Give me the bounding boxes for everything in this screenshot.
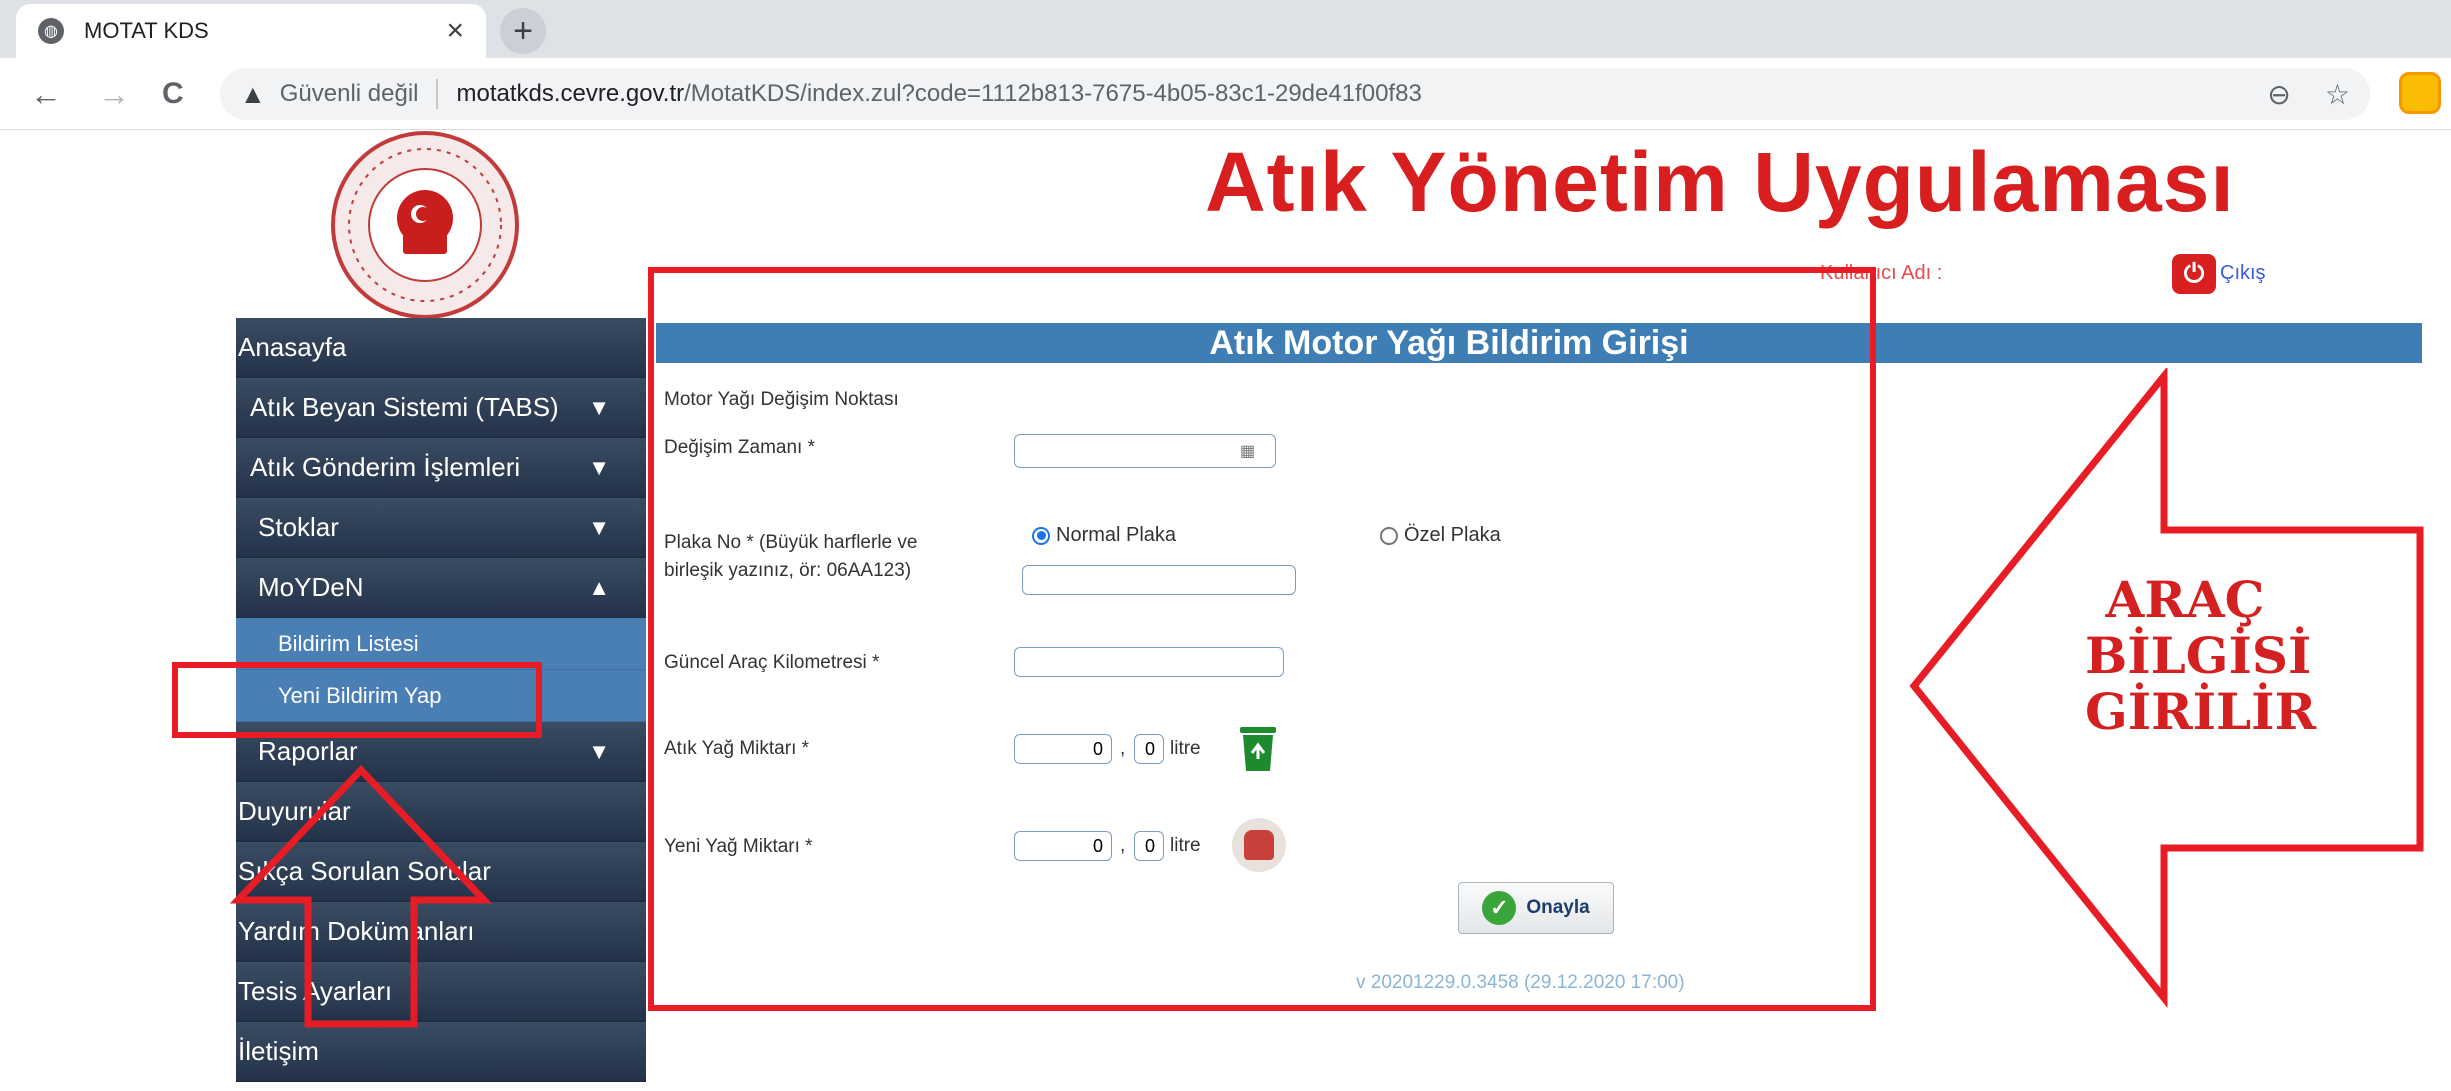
- reload-icon[interactable]: C: [162, 74, 184, 114]
- extension-icon[interactable]: [2399, 72, 2441, 114]
- bookmark-star-icon[interactable]: ☆: [2325, 78, 2350, 111]
- url-path: /MotatKDS/index.zul?code=1112b813-7675-4…: [684, 80, 1422, 107]
- browser-tab[interactable]: ◍ MOTAT KDS ×: [16, 4, 486, 58]
- sidebar-item-waste-shipment[interactable]: Atık Gönderim İşlemleri ▼: [236, 438, 646, 498]
- up-arrow-annotation: [229, 764, 493, 1028]
- address-divider: [436, 79, 439, 109]
- tab-title: MOTAT KDS: [84, 18, 209, 43]
- url-text: motatkds.cevre.gov.tr/MotatKDS/index.zul…: [456, 80, 1421, 108]
- security-status: Güvenli değil: [279, 80, 419, 107]
- forward-icon[interactable]: →: [98, 74, 130, 114]
- sidebar-item-home[interactable]: Anasayfa: [236, 318, 646, 378]
- new-tab-button[interactable]: +: [500, 8, 546, 54]
- chevron-down-icon: ▼: [588, 394, 610, 420]
- power-icon[interactable]: ⏻: [2172, 254, 2216, 294]
- warning-icon: ▲: [240, 78, 266, 109]
- sidebar-item-label: Anasayfa: [238, 332, 347, 362]
- sidebar-item-stocks[interactable]: Stoklar ▼: [236, 498, 646, 558]
- sidebar-item-label: MoYDeN: [258, 572, 364, 602]
- browser-toolbar: ← → C ▲ Güvenli değil motatkds.cevre.gov…: [0, 58, 2451, 130]
- menu-highlight-box: [172, 662, 542, 738]
- back-icon[interactable]: ←: [30, 74, 62, 114]
- annotation-text: ARAÇ BİLGİSİ GİRİLİR: [2085, 570, 2317, 741]
- chevron-down-icon: ▼: [588, 454, 610, 480]
- sidebar-item-label: Atık Beyan Sistemi (TABS): [250, 392, 559, 422]
- address-bar-icons: ⊖ ☆: [2267, 78, 2350, 111]
- sidebar-item-label: Stoklar: [258, 512, 339, 542]
- sidebar-item-label: İletişim: [238, 1036, 319, 1066]
- annotation-line: ARAÇ: [2105, 570, 2265, 629]
- ministry-emblem-logo: [331, 131, 519, 319]
- zoom-icon[interactable]: ⊖: [2267, 78, 2290, 111]
- browser-tab-strip: ◍ MOTAT KDS × +: [0, 0, 2451, 58]
- form-highlight-box: [648, 267, 1876, 1011]
- sidebar-item-tabs[interactable]: Atık Beyan Sistemi (TABS) ▼: [236, 378, 646, 438]
- annotation-line: GİRİLİR: [2085, 682, 2317, 741]
- logout-link[interactable]: Çıkış: [2220, 262, 2266, 285]
- url-host: motatkds.cevre.gov.tr: [456, 80, 685, 107]
- globe-icon: ◍: [38, 18, 64, 44]
- sidebar-subitem-label: Bildirim Listesi: [278, 630, 419, 656]
- chevron-down-icon: ▼: [588, 514, 610, 540]
- app-title: Atık Yönetim Uygulaması: [1205, 135, 2235, 229]
- address-bar[interactable]: ▲ Güvenli değil motatkds.cevre.gov.tr/Mo…: [220, 68, 2370, 120]
- sidebar-item-moyden[interactable]: MoYDeN ▲: [236, 558, 646, 618]
- annotation-line: BİLGİSİ: [2085, 626, 2312, 685]
- close-tab-icon[interactable]: ×: [446, 16, 464, 46]
- chevron-down-icon: ▼: [588, 738, 610, 764]
- chevron-up-icon: ▲: [588, 574, 610, 600]
- sidebar-item-label: Atık Gönderim İşlemleri: [250, 452, 521, 482]
